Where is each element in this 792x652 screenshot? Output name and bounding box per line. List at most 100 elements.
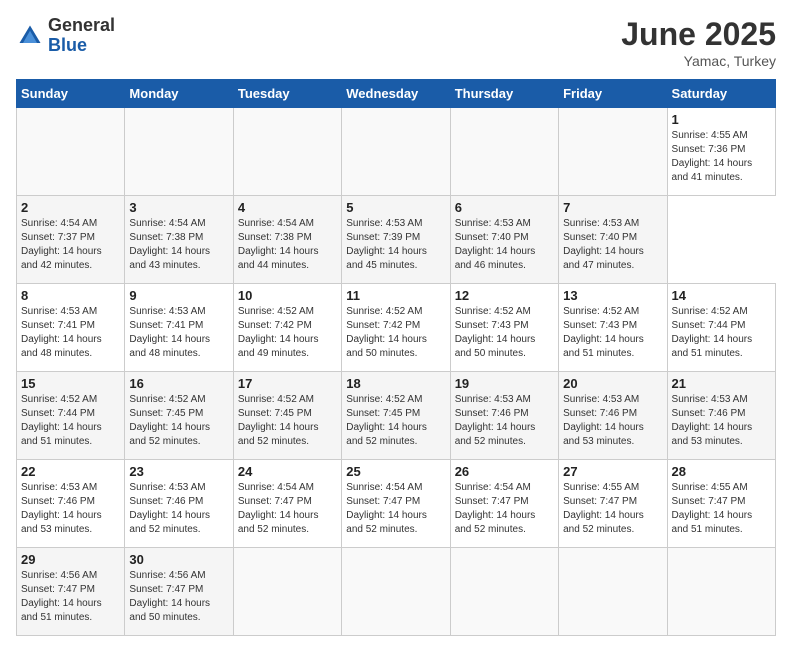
day-info: Sunrise: 4:53 AMSunset: 7:46 PMDaylight:… <box>563 393 662 449</box>
empty-cell <box>342 548 450 636</box>
day-info: Sunrise: 4:52 AMSunset: 7:42 PMDaylight:… <box>238 305 337 361</box>
logo: General Blue <box>16 16 115 56</box>
day-cell-26: 26Sunrise: 4:54 AMSunset: 7:47 PMDayligh… <box>450 460 558 548</box>
month-title: June 2025 <box>621 16 776 53</box>
page-header: General Blue June 2025 Yamac, Turkey <box>16 16 776 69</box>
day-cell-25: 25Sunrise: 4:54 AMSunset: 7:47 PMDayligh… <box>342 460 450 548</box>
day-cell-1: 1 Sunrise: 4:55 AMSunset: 7:36 PMDaylight… <box>667 108 775 196</box>
day-number: 7 <box>563 200 662 215</box>
day-number: 24 <box>238 464 337 479</box>
day-cell-17: 17 Sunrise: 4:52 AMSunset: 7:45 PMDayligh… <box>233 372 341 460</box>
day-info: Sunrise: 4:52 AMSunset: 7:44 PMDaylight:… <box>21 393 120 449</box>
empty-cell <box>342 108 450 196</box>
day-cell-11: 11Sunrise: 4:52 AMSunset: 7:42 PMDayligh… <box>342 284 450 372</box>
day-number: 6 <box>455 200 554 215</box>
day-info: Sunrise: 4:52 AMSunset: 7:45 PMDaylight:… <box>129 393 228 449</box>
logo-blue: Blue <box>48 36 115 56</box>
day-cell-28: 28Sunrise: 4:55 AMSunset: 7:47 PMDayligh… <box>667 460 775 548</box>
day-cell-16: 16Sunrise: 4:52 AMSunset: 7:45 PMDayligh… <box>125 372 233 460</box>
day-cell-22: 22Sunrise: 4:53 AMSunset: 7:46 PMDayligh… <box>17 460 125 548</box>
day-info: Sunrise: 4:52 AMSunset: 7:42 PMDaylight:… <box>346 305 445 361</box>
day-cell-15: 15 Sunrise: 4:52 AMSunset: 7:44 PMDayligh… <box>17 372 125 460</box>
day-info: Sunrise: 4:53 AMSunset: 7:46 PMDaylight:… <box>129 481 228 537</box>
calendar-week-2: 2 Sunrise: 4:54 AMSunset: 7:37 PMDaylight… <box>17 196 776 284</box>
day-number: 8 <box>21 288 120 303</box>
day-info: Sunrise: 4:54 AMSunset: 7:37 PMDaylight:… <box>21 217 120 273</box>
day-number: 30 <box>129 552 228 567</box>
day-info: Sunrise: 4:55 AMSunset: 7:36 PMDaylight:… <box>672 129 771 185</box>
calendar-week-4: 15 Sunrise: 4:52 AMSunset: 7:44 PMDayligh… <box>17 372 776 460</box>
title-area: June 2025 Yamac, Turkey <box>621 16 776 69</box>
day-cell-30: 30 Sunrise: 4:56 AMSunset: 7:47 PMDayligh… <box>125 548 233 636</box>
calendar-week-6: 29 Sunrise: 4:56 AMSunset: 7:47 PMDayligh… <box>17 548 776 636</box>
day-number: 26 <box>455 464 554 479</box>
day-info: Sunrise: 4:52 AMSunset: 7:45 PMDaylight:… <box>346 393 445 449</box>
day-number: 17 <box>238 376 337 391</box>
day-number: 12 <box>455 288 554 303</box>
day-cell-3: 3 Sunrise: 4:54 AMSunset: 7:38 PMDaylight… <box>125 196 233 284</box>
calendar-table: SundayMondayTuesdayWednesdayThursdayFrid… <box>16 79 776 636</box>
day-cell-12: 12 Sunrise: 4:52 AMSunset: 7:43 PMDayligh… <box>450 284 558 372</box>
day-cell-13: 13Sunrise: 4:52 AMSunset: 7:43 PMDayligh… <box>559 284 667 372</box>
day-cell-5: 5Sunrise: 4:53 AMSunset: 7:39 PMDaylight… <box>342 196 450 284</box>
day-number: 3 <box>129 200 228 215</box>
calendar-week-3: 8 Sunrise: 4:53 AMSunset: 7:41 PMDaylight… <box>17 284 776 372</box>
day-number: 9 <box>129 288 228 303</box>
day-cell-24: 24 Sunrise: 4:54 AMSunset: 7:47 PMDayligh… <box>233 460 341 548</box>
day-cell-9: 9 Sunrise: 4:53 AMSunset: 7:41 PMDaylight… <box>125 284 233 372</box>
empty-cell <box>450 108 558 196</box>
empty-cell <box>450 548 558 636</box>
day-cell-23: 23 Sunrise: 4:53 AMSunset: 7:46 PMDayligh… <box>125 460 233 548</box>
day-number: 2 <box>21 200 120 215</box>
day-number: 18 <box>346 376 445 391</box>
day-number: 27 <box>563 464 662 479</box>
day-info: Sunrise: 4:55 AMSunset: 7:47 PMDaylight:… <box>563 481 662 537</box>
day-info: Sunrise: 4:55 AMSunset: 7:47 PMDaylight:… <box>672 481 771 537</box>
day-info: Sunrise: 4:52 AMSunset: 7:43 PMDaylight:… <box>455 305 554 361</box>
day-number: 25 <box>346 464 445 479</box>
day-cell-14: 14Sunrise: 4:52 AMSunset: 7:44 PMDayligh… <box>667 284 775 372</box>
day-cell-10: 10Sunrise: 4:52 AMSunset: 7:42 PMDayligh… <box>233 284 341 372</box>
day-cell-7: 7 Sunrise: 4:53 AMSunset: 7:40 PMDaylight… <box>559 196 667 284</box>
column-header-sunday: Sunday <box>17 80 125 108</box>
day-number: 29 <box>21 552 120 567</box>
day-cell-2: 2 Sunrise: 4:54 AMSunset: 7:37 PMDaylight… <box>17 196 125 284</box>
empty-cell <box>233 548 341 636</box>
day-cell-8: 8Sunrise: 4:53 AMSunset: 7:41 PMDaylight… <box>17 284 125 372</box>
day-number: 14 <box>672 288 771 303</box>
day-info: Sunrise: 4:53 AMSunset: 7:40 PMDaylight:… <box>455 217 554 273</box>
day-number: 15 <box>21 376 120 391</box>
day-info: Sunrise: 4:54 AMSunset: 7:38 PMDaylight:… <box>129 217 228 273</box>
day-cell-27: 27 Sunrise: 4:55 AMSunset: 7:47 PMDayligh… <box>559 460 667 548</box>
day-info: Sunrise: 4:53 AMSunset: 7:41 PMDaylight:… <box>129 305 228 361</box>
day-number: 1 <box>672 112 771 127</box>
column-header-thursday: Thursday <box>450 80 558 108</box>
day-number: 4 <box>238 200 337 215</box>
day-cell-21: 21Sunrise: 4:53 AMSunset: 7:46 PMDayligh… <box>667 372 775 460</box>
empty-cell <box>233 108 341 196</box>
empty-cell <box>125 108 233 196</box>
logo-text: General Blue <box>48 16 115 56</box>
day-info: Sunrise: 4:53 AMSunset: 7:39 PMDaylight:… <box>346 217 445 273</box>
day-cell-4: 4Sunrise: 4:54 AMSunset: 7:38 PMDaylight… <box>233 196 341 284</box>
calendar-week-5: 22Sunrise: 4:53 AMSunset: 7:46 PMDayligh… <box>17 460 776 548</box>
day-info: Sunrise: 4:52 AMSunset: 7:43 PMDaylight:… <box>563 305 662 361</box>
logo-icon <box>16 22 44 50</box>
day-info: Sunrise: 4:53 AMSunset: 7:46 PMDaylight:… <box>21 481 120 537</box>
column-header-friday: Friday <box>559 80 667 108</box>
day-number: 23 <box>129 464 228 479</box>
day-cell-20: 20Sunrise: 4:53 AMSunset: 7:46 PMDayligh… <box>559 372 667 460</box>
location-subtitle: Yamac, Turkey <box>621 53 776 69</box>
day-info: Sunrise: 4:52 AMSunset: 7:45 PMDaylight:… <box>238 393 337 449</box>
column-header-tuesday: Tuesday <box>233 80 341 108</box>
day-info: Sunrise: 4:56 AMSunset: 7:47 PMDaylight:… <box>21 569 120 625</box>
day-info: Sunrise: 4:56 AMSunset: 7:47 PMDaylight:… <box>129 569 228 625</box>
day-cell-19: 19Sunrise: 4:53 AMSunset: 7:46 PMDayligh… <box>450 372 558 460</box>
day-info: Sunrise: 4:54 AMSunset: 7:47 PMDaylight:… <box>238 481 337 537</box>
empty-cell <box>17 108 125 196</box>
day-cell-18: 18 Sunrise: 4:52 AMSunset: 7:45 PMDayligh… <box>342 372 450 460</box>
day-cell-29: 29 Sunrise: 4:56 AMSunset: 7:47 PMDayligh… <box>17 548 125 636</box>
empty-cell <box>667 548 775 636</box>
day-number: 19 <box>455 376 554 391</box>
day-info: Sunrise: 4:53 AMSunset: 7:40 PMDaylight:… <box>563 217 662 273</box>
